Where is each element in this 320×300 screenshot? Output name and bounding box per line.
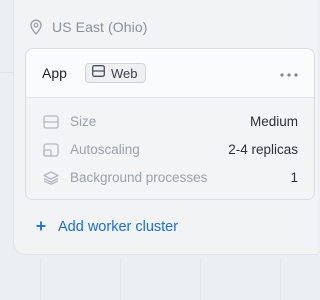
property-value: Medium bbox=[249, 114, 298, 129]
property-value: 1 bbox=[290, 170, 298, 185]
plus-icon bbox=[36, 219, 46, 235]
property-label: Background processes bbox=[70, 170, 208, 185]
more-options-button[interactable] bbox=[278, 65, 300, 81]
app-properties: Size Medium Autoscaling 2-4 replicas Bac… bbox=[26, 97, 314, 199]
backdrop-grid-line bbox=[280, 258, 281, 300]
property-label: Size bbox=[70, 114, 97, 129]
app-card-header: App Web bbox=[26, 49, 314, 97]
region-header: US East (Ohio) bbox=[29, 17, 148, 37]
property-value: 2-4 replicas bbox=[228, 142, 298, 157]
add-worker-cluster-label: Add worker cluster bbox=[58, 219, 179, 235]
property-row-autoscaling: Autoscaling 2-4 replicas bbox=[26, 140, 314, 160]
backdrop-grid-line bbox=[40, 258, 41, 300]
app-title: App bbox=[42, 65, 67, 81]
backdrop-grid-line bbox=[120, 258, 121, 300]
web-badge-label: Web bbox=[111, 65, 138, 81]
backdrop-grid-line bbox=[200, 258, 201, 300]
region-name: US East (Ohio) bbox=[52, 19, 148, 35]
location-pin-icon bbox=[29, 19, 43, 35]
more-horizontal-icon bbox=[280, 65, 298, 81]
property-label: Autoscaling bbox=[70, 142, 140, 157]
size-icon bbox=[43, 115, 59, 129]
layers-icon bbox=[43, 171, 59, 185]
web-layout-icon bbox=[92, 64, 105, 82]
autoscaling-icon bbox=[43, 143, 59, 157]
property-row-background-processes: Background processes 1 bbox=[26, 168, 314, 188]
add-worker-cluster-button[interactable]: Add worker cluster bbox=[36, 218, 178, 236]
web-type-badge: Web bbox=[85, 63, 146, 83]
property-row-size: Size Medium bbox=[26, 112, 314, 132]
deployment-page: US East (Ohio) App Web Size Medium Autos… bbox=[0, 0, 318, 300]
app-service-card[interactable]: App Web Size Medium Autoscaling 2-4 repl… bbox=[25, 48, 315, 200]
